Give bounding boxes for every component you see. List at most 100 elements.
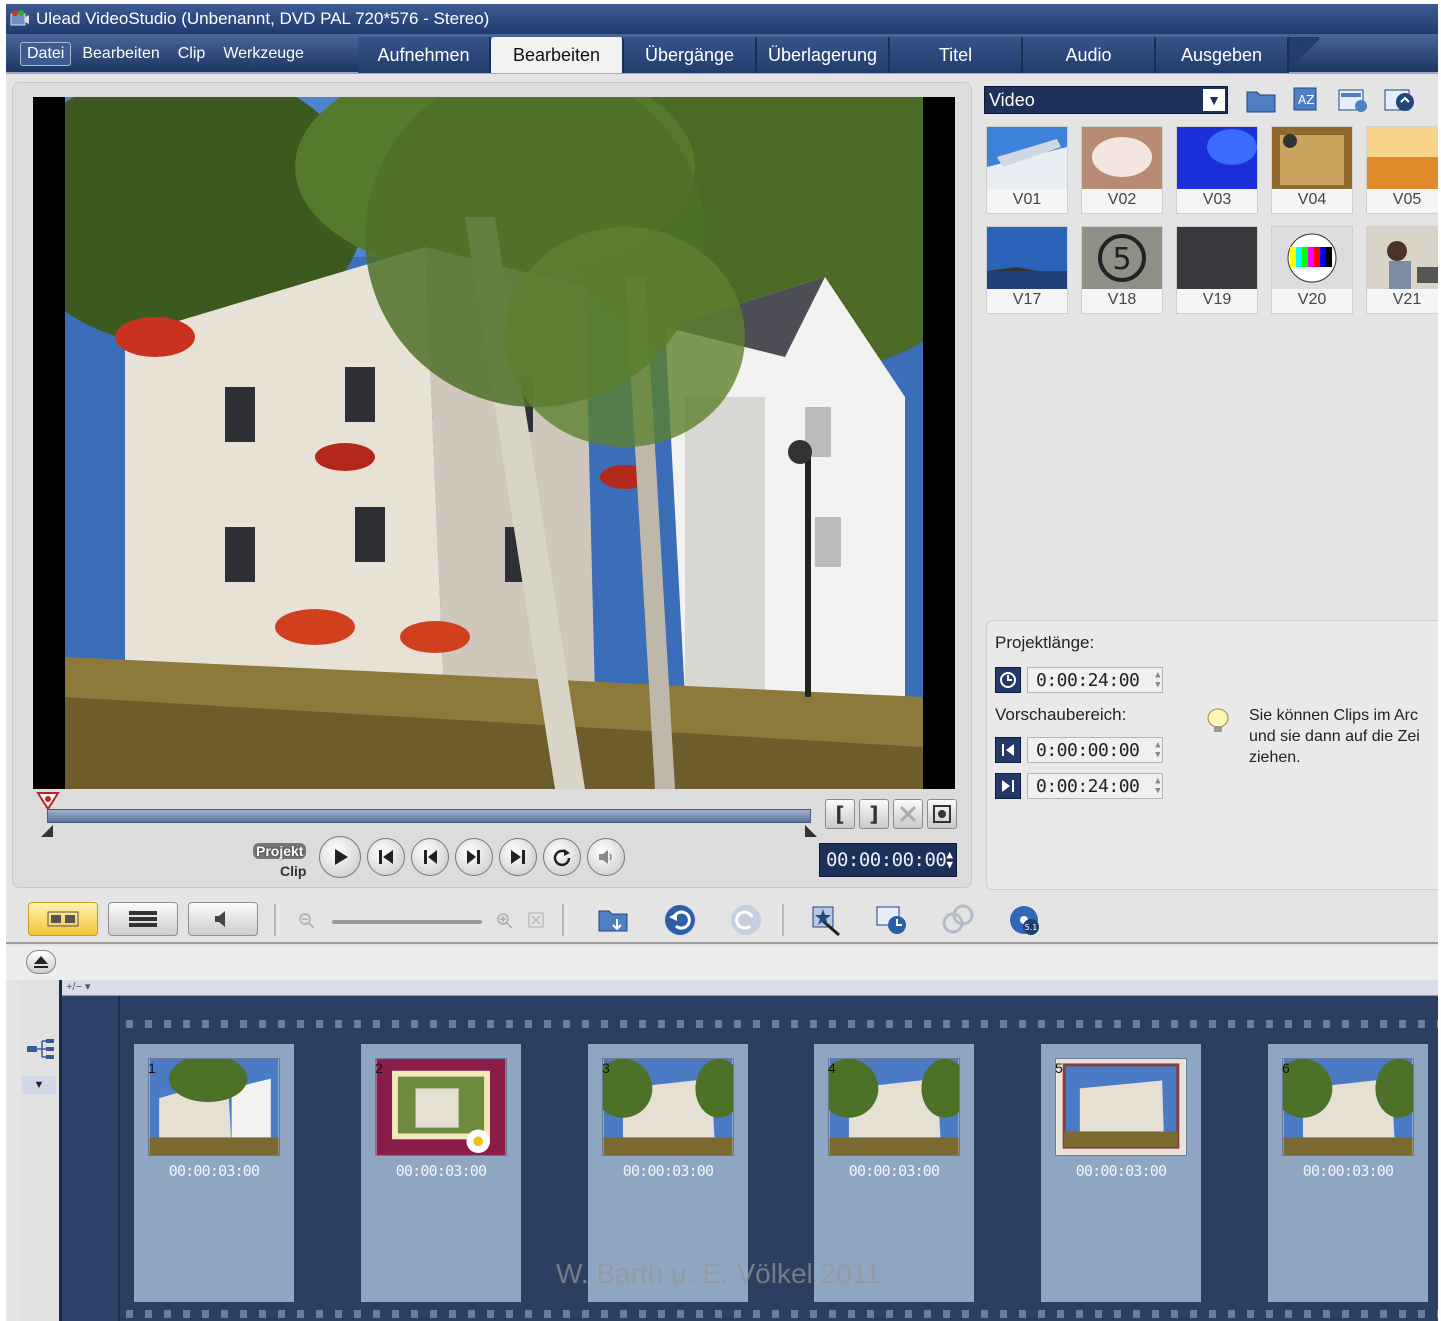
multi-trim-button[interactable] bbox=[938, 902, 978, 938]
thumbnail-image: 5 bbox=[1082, 227, 1162, 289]
sort-button[interactable]: AZ bbox=[1290, 84, 1324, 116]
add-remove-chapter-label[interactable]: +/− ▾ bbox=[66, 980, 90, 993]
undo-button[interactable] bbox=[660, 902, 700, 938]
storyboard-clip[interactable]: 5 00:00:03:00 bbox=[1041, 1044, 1201, 1302]
tab-uebergaenge[interactable]: Übergänge bbox=[624, 37, 757, 73]
storyboard-clip[interactable]: 6 00:00:03:00 bbox=[1268, 1044, 1428, 1302]
preview-end-value: 0:00:24:00 bbox=[1036, 775, 1140, 797]
storyboard-view-button[interactable] bbox=[28, 902, 98, 936]
preview-start-field[interactable]: 0:00:00:00 ▲ ▼ bbox=[1027, 737, 1163, 763]
hint-line: Sie können Clips im Arc bbox=[1249, 707, 1418, 724]
library-manager-button[interactable] bbox=[1336, 84, 1370, 116]
clip-number: 1 bbox=[148, 1060, 156, 1076]
mark-in-button[interactable]: [ bbox=[825, 799, 855, 829]
split-clip-button[interactable] bbox=[893, 799, 923, 829]
undo-icon bbox=[665, 905, 695, 935]
play-button[interactable] bbox=[319, 836, 361, 878]
library-item[interactable]: V21 bbox=[1366, 226, 1438, 314]
zoom-in-icon[interactable] bbox=[496, 912, 514, 930]
preview-end-field[interactable]: 0:00:24:00 ▲ ▼ bbox=[1027, 773, 1163, 799]
library-category-select[interactable]: Video ▼ bbox=[984, 86, 1228, 114]
timecode-spinner[interactable]: ▲ ▼ bbox=[946, 849, 953, 870]
zoom-slider[interactable] bbox=[332, 920, 482, 924]
spinner-icon[interactable]: ▲ ▼ bbox=[1155, 670, 1160, 690]
library-item[interactable]: V02 bbox=[1081, 126, 1163, 214]
video-preview[interactable] bbox=[33, 97, 955, 789]
hint-line: und sie dann auf die Zei bbox=[1249, 728, 1420, 745]
play-icon bbox=[335, 849, 348, 865]
chapter-button[interactable] bbox=[872, 902, 912, 938]
trim-end-handle[interactable] bbox=[805, 825, 817, 837]
playback-mode-switch[interactable]: Projekt Clip bbox=[253, 841, 307, 881]
preview-timecode[interactable]: 00:00:00:00 ▲ ▼ bbox=[819, 843, 957, 877]
chevron-down-icon[interactable]: ▼ bbox=[1203, 89, 1225, 111]
library-thumbnails: V01 V02 V03 V04 V05 V17 5 V18 V19 V20 V2… bbox=[986, 126, 1438, 314]
options-button[interactable] bbox=[1382, 84, 1416, 116]
zoom-out-icon[interactable] bbox=[298, 912, 316, 930]
storyboard-clip[interactable]: 1 00:00:03:00 bbox=[134, 1044, 294, 1302]
clip-duration: 00:00:03:00 bbox=[168, 1162, 260, 1180]
fullscreen-button[interactable] bbox=[927, 799, 957, 829]
surround-sound-button[interactable]: 5.1 bbox=[1004, 902, 1044, 938]
thumbnail-label: V21 bbox=[1392, 291, 1422, 308]
menu-werkzeuge[interactable]: Werkzeuge bbox=[216, 42, 311, 66]
menu-clip[interactable]: Clip bbox=[171, 42, 213, 66]
collapse-timeline-button[interactable] bbox=[26, 950, 56, 974]
window-title: Ulead VideoStudio (Unbenannt, DVD PAL 72… bbox=[36, 9, 490, 28]
tab-titel[interactable]: Titel bbox=[890, 37, 1023, 73]
audio-view-button[interactable] bbox=[188, 902, 258, 936]
preview-scrubber[interactable] bbox=[47, 809, 811, 823]
redo-icon bbox=[731, 905, 761, 935]
smart-proxy-button[interactable] bbox=[806, 902, 846, 938]
timeline-toolbar: 5.1 bbox=[6, 894, 1438, 944]
hint-line: ziehen. bbox=[1249, 749, 1301, 766]
insert-media-button[interactable] bbox=[594, 902, 634, 938]
thumbnail-image bbox=[1177, 127, 1257, 189]
projektlaenge-field[interactable]: 0:00:24:00 ▲ ▼ bbox=[1027, 667, 1163, 693]
library-item[interactable]: V19 bbox=[1176, 226, 1258, 314]
library-item[interactable]: V05 bbox=[1366, 126, 1438, 214]
library-manager-icon bbox=[1338, 89, 1367, 112]
tab-ausgeben[interactable]: Ausgeben bbox=[1156, 37, 1289, 73]
mark-out-button[interactable]: ] bbox=[859, 799, 889, 829]
go-to-end-button[interactable] bbox=[499, 838, 537, 876]
tab-ueberlagerung[interactable]: Überlagerung bbox=[757, 37, 890, 73]
mode-clip-label[interactable]: Clip bbox=[280, 863, 306, 879]
volume-button[interactable] bbox=[587, 838, 625, 876]
thumbnail-image bbox=[1272, 127, 1352, 189]
redo-button[interactable] bbox=[726, 902, 766, 938]
library-item[interactable]: V03 bbox=[1176, 126, 1258, 214]
repeat-button[interactable] bbox=[543, 838, 581, 876]
fit-to-window-icon[interactable] bbox=[528, 912, 544, 928]
tab-bearbeiten[interactable]: Bearbeiten bbox=[491, 37, 624, 73]
timeline-view-button[interactable] bbox=[108, 902, 178, 936]
import-folder-button[interactable] bbox=[1244, 84, 1278, 116]
thumbnail-label: V18 bbox=[1107, 291, 1137, 308]
spinner-icon[interactable]: ▲ ▼ bbox=[1155, 776, 1160, 796]
track-manager-icon[interactable] bbox=[26, 1038, 56, 1060]
go-to-start-button[interactable] bbox=[367, 838, 405, 876]
menu-bearbeiten[interactable]: Bearbeiten bbox=[75, 42, 166, 66]
spinner-icon[interactable]: ▲ ▼ bbox=[1155, 740, 1160, 760]
clip-number: 3 bbox=[602, 1060, 610, 1076]
next-frame-button[interactable] bbox=[455, 838, 493, 876]
countdown-digit: 5 bbox=[1112, 242, 1131, 277]
timeline-ruler[interactable]: +/− ▾ bbox=[62, 980, 1438, 996]
library-item[interactable]: V17 bbox=[986, 226, 1068, 314]
preview-end-icon[interactable] bbox=[995, 773, 1021, 799]
library-item[interactable]: V01 bbox=[986, 126, 1068, 214]
storyboard-clip[interactable]: 2 00:00:03:00 bbox=[361, 1044, 521, 1302]
scissors-icon bbox=[899, 805, 917, 823]
library-item[interactable]: V20 bbox=[1271, 226, 1353, 314]
menu-datei[interactable]: Datei bbox=[20, 42, 72, 66]
library-item[interactable]: 5 V18 bbox=[1081, 226, 1163, 314]
tab-audio[interactable]: Audio bbox=[1023, 37, 1156, 73]
previous-frame-button[interactable] bbox=[411, 838, 449, 876]
tab-aufnehmen[interactable]: Aufnehmen bbox=[358, 37, 491, 73]
trim-start-handle[interactable] bbox=[41, 825, 53, 837]
preview-start-icon[interactable] bbox=[995, 737, 1021, 763]
clip-duration: 00:00:03:00 bbox=[395, 1162, 487, 1180]
library-item[interactable]: V04 bbox=[1271, 126, 1353, 214]
chevron-down-icon[interactable]: ▼ bbox=[22, 1076, 56, 1094]
mode-projekt-label[interactable]: Projekt bbox=[253, 843, 307, 859]
